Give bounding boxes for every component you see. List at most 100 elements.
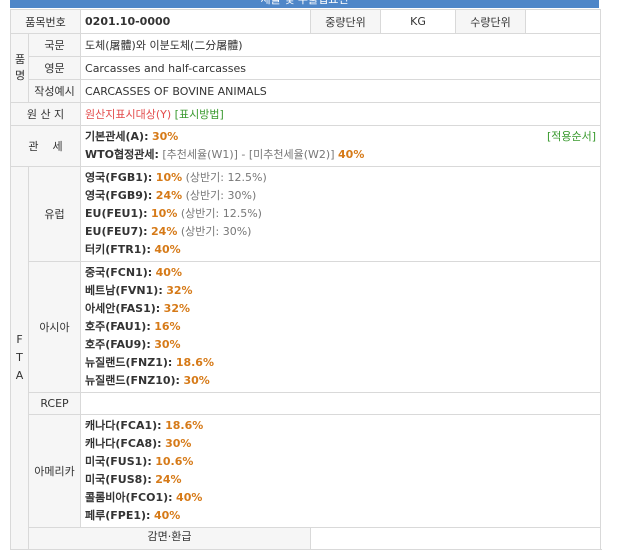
fta-group-america: 아메리카 [27, 414, 82, 528]
fta-note: (상반기: 30%) [185, 189, 257, 202]
fta-country: 아세안(FAS1): [85, 302, 161, 315]
english-label: 영문 [27, 56, 82, 80]
fta-rate: 24% [155, 189, 183, 202]
korean-label: 국문 [27, 33, 82, 57]
fta-rate-line: 미국(FUS1): 10.6% [85, 453, 596, 471]
fta-country: 영국(FGB9): [85, 189, 153, 202]
fta-country: EU(FEU7): [85, 225, 148, 238]
fta-rate: 40% [155, 266, 182, 279]
fta-group-asia: 아시아 [27, 261, 82, 393]
wto-tariff-detail[interactable]: [추천세율(W1)] - [미추천세율(W2)] [162, 148, 334, 161]
fta-rate: 30% [183, 374, 210, 387]
fta-char-1: F [16, 333, 23, 346]
fta-country: 캐나다(FCA8): [85, 437, 162, 450]
item-no-row: 품목번호 0201.10-0000 중량단위 KG 수량단위 [9, 9, 602, 34]
fta-rate: 32% [166, 284, 193, 297]
fta-rate: 30% [165, 437, 192, 450]
fta-country: 페루(FPE1): [85, 509, 151, 522]
fta-group-rcep: RCEP [27, 392, 82, 415]
fta-country: 중국(FCN1): [85, 266, 153, 279]
fta-rate-line: 중국(FCN1): 40% [85, 264, 596, 282]
basic-tariff-label: 기본관세(A): [85, 130, 149, 143]
fta-rate-line: 뉴질랜드(FNZ1): 18.6% [85, 354, 596, 372]
weight-unit-label: 중량단위 [310, 9, 382, 34]
fta-rate: 32% [163, 302, 191, 315]
fta-rate: 24% [155, 473, 182, 486]
fta-country: 미국(FUS1): [85, 455, 152, 468]
fta-rate: 30% [154, 338, 181, 351]
fta-rate: 16% [154, 320, 181, 333]
english-name: Carcasses and half-carcasses [80, 56, 602, 80]
weight-unit-value: KG [380, 9, 457, 34]
fta-rcep-row: RCEP [11, 392, 602, 415]
reduction-label: 감면·환급 [27, 527, 312, 550]
fta-label: F T A [10, 166, 29, 550]
fta-country: 호주(FAU1): [85, 320, 151, 333]
wto-tariff-label: WTO협정관세: [85, 148, 159, 161]
origin-row: 원 산 지 원산지표시대상(Y) [표시방법] [9, 102, 602, 126]
korean-name: 도체(屠體)와 이분도체(二分屠體) [80, 33, 602, 57]
fta-country: 뉴질랜드(FNZ1): [85, 356, 173, 369]
fta-rate: 18.6% [165, 419, 204, 432]
fta-country: 호주(FAU9): [85, 338, 151, 351]
fta-rate: 10% [155, 171, 183, 184]
origin-value: 원산지표시대상(Y) [표시방법] [80, 102, 602, 126]
fta-asia-rates: 중국(FCN1): 40% 베트남(FVN1): 32% 아세안(FAS1): … [80, 261, 602, 393]
fta-rate: 24% [151, 225, 178, 238]
fta-rate: 10.6% [155, 455, 194, 468]
origin-mark-link[interactable]: 원산지표시대상(Y) [85, 108, 171, 121]
reduction-value [310, 527, 602, 550]
origin-label: 원 산 지 [9, 102, 82, 126]
section-header: 세율 및 수출입요건 [10, 0, 599, 8]
tariff-table: 품목번호 0201.10-0000 중량단위 KG 수량단위 품 명 국문 도체… [9, 9, 602, 550]
item-no-label: 품목번호 [9, 9, 82, 34]
fta-rate-line: 베트남(FVN1): 32% [85, 282, 596, 300]
apply-order-link[interactable]: [적용순서] [547, 128, 596, 146]
fta-country: 영국(FGB1): [85, 171, 153, 184]
example-label: 작성예시 [27, 79, 82, 103]
fta-rate: 40% [176, 491, 203, 504]
fta-asia-row: 아시아 중국(FCN1): 40% 베트남(FVN1): 32% 아세안(FAS… [11, 261, 602, 393]
origin-method-link[interactable]: [표시방법] [175, 108, 224, 121]
fta-rate-line: 터키(FTR1): 40% [85, 241, 596, 259]
product-korean-row: 품 명 국문 도체(屠體)와 이분도체(二分屠體) [10, 33, 602, 103]
fta-rate-line: 페루(FPE1): 40% [85, 507, 596, 525]
fta-rate-line: 콜롬비아(FCO1): 40% [85, 489, 596, 507]
product-english-row: 영문 Carcasses and half-carcasses [11, 56, 602, 80]
fta-rate-line: 영국(FGB1): 10% (상반기: 12.5%) [85, 169, 596, 187]
tariff-value: 기본관세(A): 30% [적용순서] WTO협정관세: [추천세율(W1)] … [80, 125, 602, 167]
basic-tariff-rate: 30% [151, 130, 179, 143]
fta-country: 콜롬비아(FCO1): [85, 491, 173, 504]
fta-rate-line: 미국(FUS8): 24% [85, 471, 596, 489]
fta-country: EU(FEU1): [85, 207, 148, 220]
fta-group-europe: 유럽 [27, 166, 82, 262]
fta-note: (상반기: 12.5%) [180, 207, 262, 220]
qty-unit-value [525, 9, 602, 34]
reduction-row: 감면·환급 [11, 527, 602, 550]
fta-note: (상반기: 30%) [180, 225, 252, 238]
fta-rate-line: 캐나다(FCA1): 18.6% [85, 417, 596, 435]
tariff-row: 관 세 기본관세(A): 30% [적용순서] WTO협정관세: [추천세율(W… [9, 125, 602, 167]
fta-rate-line: EU(FEU1): 10% (상반기: 12.5%) [85, 205, 596, 223]
left-edge-divider [0, 167, 11, 540]
fta-rate-line: 호주(FAU1): 16% [85, 318, 596, 336]
fta-note: (상반기: 12.5%) [185, 171, 267, 184]
fta-rate: 18.6% [175, 356, 214, 369]
fta-country: 터키(FTR1): [85, 243, 151, 256]
product-name-char-1: 품 [15, 53, 26, 66]
fta-america-rates: 캐나다(FCA1): 18.6% 캐나다(FCA8): 30% 미국(FUS1)… [80, 414, 602, 528]
fta-rate: 10% [151, 207, 178, 220]
fta-rate: 40% [153, 509, 181, 522]
fta-europe-rates: 영국(FGB1): 10% (상반기: 12.5%) 영국(FGB9): 24%… [80, 166, 602, 262]
qty-unit-label: 수량단위 [455, 9, 527, 34]
fta-europe-row: F T A 유럽 영국(FGB1): 10% (상반기: 12.5%) 영국(F… [10, 166, 602, 550]
fta-country: 미국(FUS8): [85, 473, 152, 486]
fta-rate-line: 호주(FAU9): 30% [85, 336, 596, 354]
item-no-value: 0201.10-0000 [80, 9, 312, 34]
fta-char-2: T [16, 351, 23, 364]
fta-country: 뉴질랜드(FNZ10): [85, 374, 180, 387]
fta-rate-line: 캐나다(FCA8): 30% [85, 435, 596, 453]
fta-america-row: 아메리카 캐나다(FCA1): 18.6% 캐나다(FCA8): 30% 미국(… [11, 414, 602, 528]
tariff-label: 관 세 [9, 125, 82, 167]
product-name-char-2: 명 [15, 69, 26, 82]
